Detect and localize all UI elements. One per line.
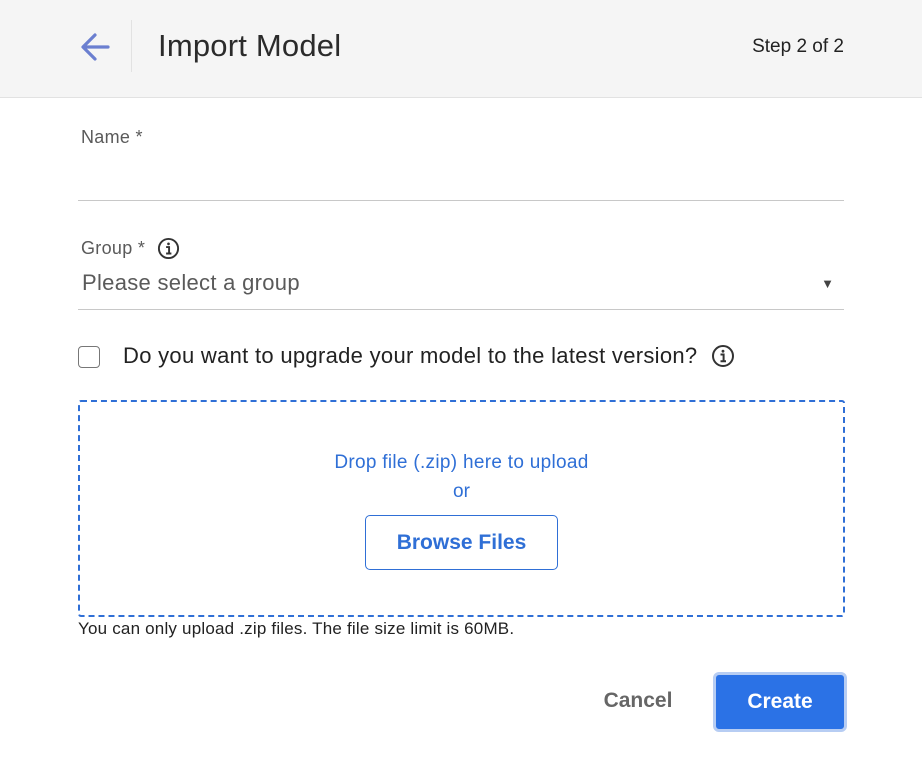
arrow-left-icon: [81, 33, 110, 61]
file-drop-zone[interactable]: Drop file (.zip) here to upload or Brows…: [78, 400, 845, 617]
step-indicator: Step 2 of 2: [752, 36, 844, 57]
name-label: Name *: [81, 127, 143, 147]
group-select-placeholder: Please select a group: [82, 270, 300, 295]
group-label: Group *: [81, 238, 146, 258]
or-separator: or: [453, 481, 470, 502]
create-button[interactable]: Create: [713, 672, 847, 732]
name-input[interactable]: [78, 150, 844, 201]
header-divider: [131, 20, 132, 72]
group-select[interactable]: Please select a group ▼: [78, 262, 844, 310]
caret-down-icon: ▼: [821, 276, 834, 291]
dialog-header: Import Model Step 2 of 2: [0, 0, 922, 98]
browse-files-button[interactable]: Browse Files: [365, 515, 558, 570]
info-circle-icon[interactable]: [711, 344, 735, 368]
back-button[interactable]: [74, 26, 116, 68]
upgrade-label-row: Do you want to upgrade your model to the…: [123, 343, 735, 369]
group-label-row: Group *: [81, 237, 180, 260]
drop-instructions: Drop file (.zip) here to upload: [334, 452, 589, 473]
cancel-button[interactable]: Cancel: [586, 675, 690, 727]
upgrade-label: Do you want to upgrade your model to the…: [123, 343, 698, 368]
upgrade-checkbox[interactable]: [78, 346, 100, 368]
page-title: Import Model: [158, 28, 342, 63]
upload-hint: You can only upload .zip files. The file…: [78, 619, 515, 638]
info-circle-icon[interactable]: [157, 237, 180, 260]
